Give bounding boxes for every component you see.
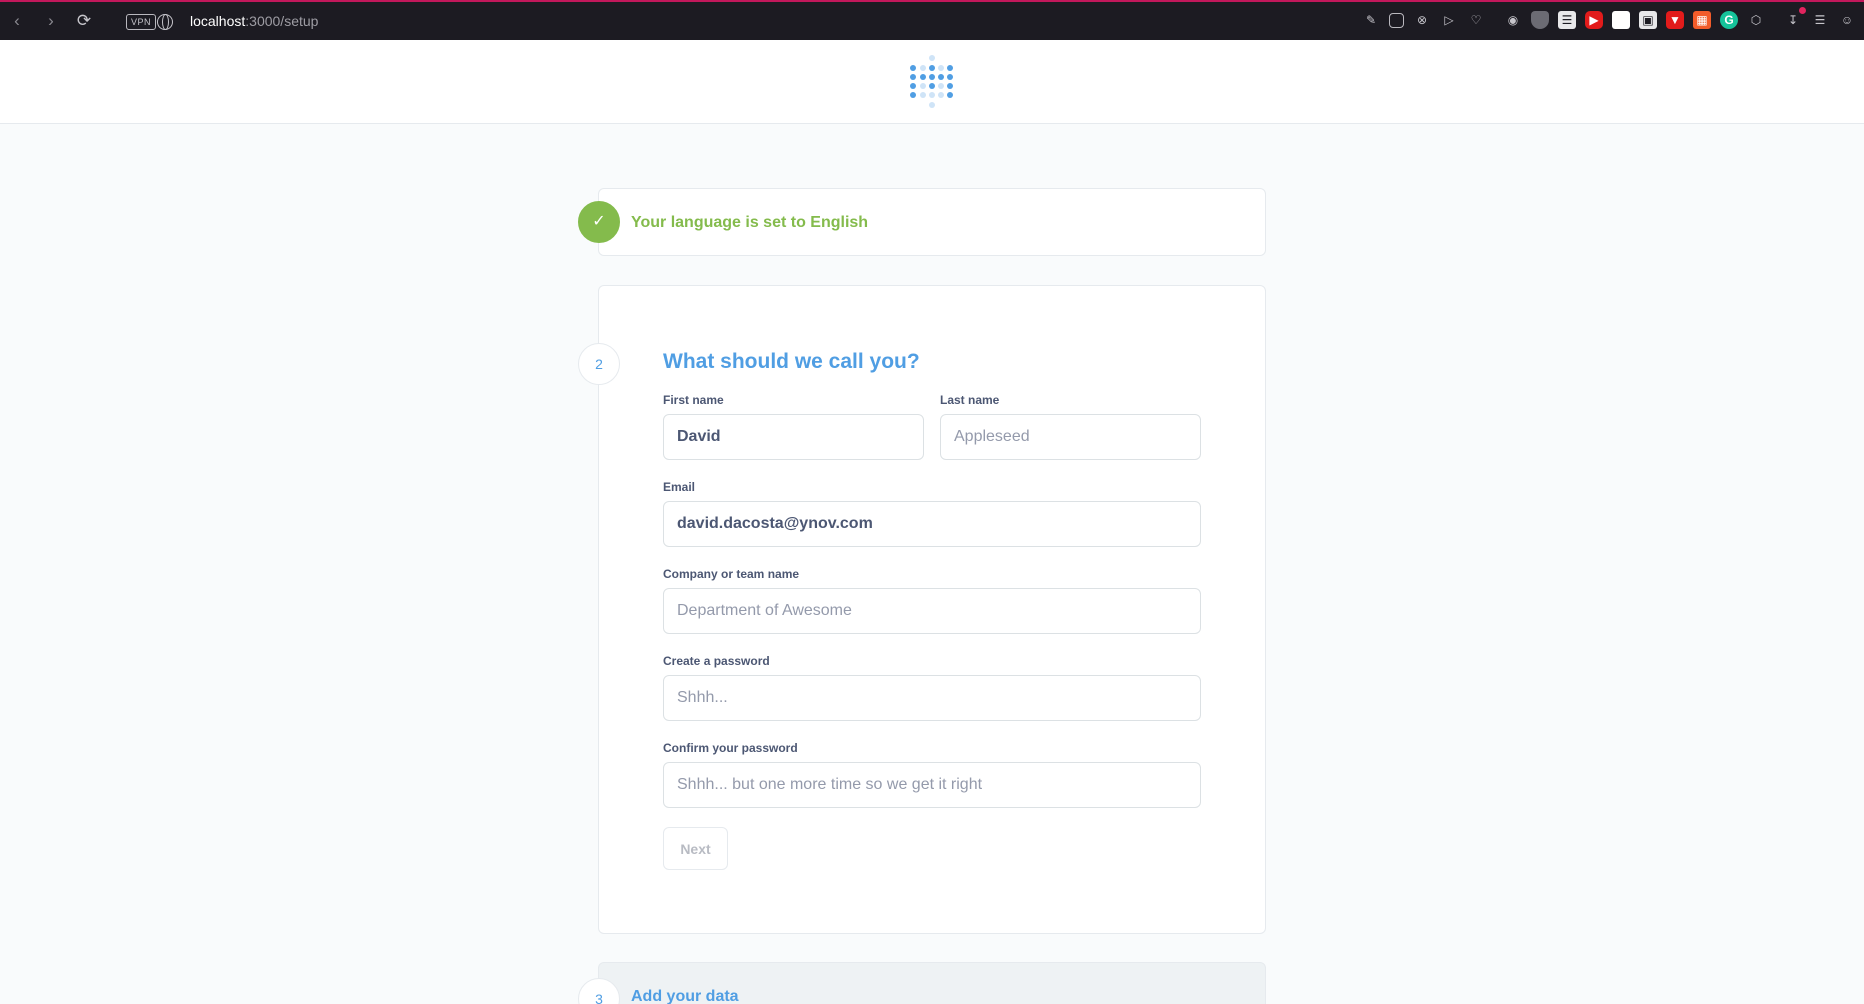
confirm-password-label: Confirm your password: [663, 741, 798, 755]
address-bar[interactable]: localhost:3000/setup: [190, 13, 318, 29]
cube-extension-icon[interactable]: ⬡: [1747, 11, 1765, 29]
download-icon[interactable]: ↧: [1784, 7, 1806, 29]
url-host: localhost: [190, 13, 246, 29]
add-data-step-card[interactable]: 3 Add your data: [578, 962, 1266, 1004]
last-name-label: Last name: [940, 393, 1000, 407]
pocket-extension-icon[interactable]: ▼: [1666, 11, 1684, 29]
last-name-input[interactable]: [940, 414, 1201, 460]
glasses-extension-icon[interactable]: ◉: [1504, 11, 1522, 29]
notification-dot: [1799, 7, 1806, 14]
account-icon[interactable]: ☺: [1838, 11, 1856, 29]
check-icon: ✓: [578, 201, 620, 243]
grammarly-extension-icon[interactable]: G: [1720, 11, 1738, 29]
reload-icon[interactable]: ⟳: [73, 10, 95, 32]
first-name-input[interactable]: [663, 414, 924, 460]
globe-icon[interactable]: [157, 14, 173, 30]
forward-arrow-icon[interactable]: ›: [40, 10, 62, 32]
extension-toolbar: ✎ ⊗ ▷ ♡ ◉ ☰ ▶ ▣ ▼ ▦ G ⬡ ↧ ☰ ☺: [1362, 7, 1856, 29]
company-label: Company or team name: [663, 567, 800, 581]
camera-icon[interactable]: [1389, 12, 1404, 28]
vpn-badge[interactable]: VPN: [126, 14, 157, 30]
folder-extension-icon[interactable]: [1612, 11, 1630, 29]
screen-extension-icon[interactable]: ▣: [1639, 11, 1657, 29]
next-button[interactable]: Next: [663, 827, 728, 870]
edit-icon[interactable]: ✎: [1362, 11, 1380, 29]
url-path: :3000/setup: [245, 13, 319, 29]
heart-icon[interactable]: ♡: [1467, 11, 1485, 29]
menu-icon[interactable]: ☰: [1811, 11, 1829, 29]
password-input[interactable]: [663, 675, 1201, 721]
step-number-badge: 3: [578, 978, 620, 1004]
archive-extension-icon[interactable]: ▦: [1693, 11, 1711, 29]
youtube-extension-icon[interactable]: ▶: [1585, 11, 1603, 29]
browser-toolbar: ‹ › ⟳ VPN localhost:3000/setup ✎ ⊗ ▷ ♡ ◉…: [0, 0, 1864, 40]
app-header: [0, 40, 1864, 124]
send-icon[interactable]: ▷: [1440, 11, 1458, 29]
confirm-password-input[interactable]: [663, 762, 1201, 808]
first-name-label: First name: [663, 393, 724, 407]
language-step-card[interactable]: ✓ Your language is set to English: [578, 188, 1266, 256]
metabase-logo: [910, 55, 954, 109]
language-step-label: Your language is set to English: [631, 214, 869, 231]
close-circle-icon[interactable]: ⊗: [1413, 11, 1431, 29]
shield-extension-icon[interactable]: [1531, 11, 1549, 29]
step-title: Add your data: [631, 988, 739, 1004]
step-title: What should we call you?: [663, 350, 920, 373]
user-step-card: 2 What should we call you? First name La…: [578, 285, 1266, 934]
email-label: Email: [663, 480, 696, 494]
translate-extension-icon[interactable]: ☰: [1558, 11, 1576, 29]
back-arrow-icon[interactable]: ‹: [6, 10, 28, 32]
email-input[interactable]: [663, 501, 1201, 547]
company-input[interactable]: [663, 588, 1201, 634]
step-number-badge: 2: [578, 343, 620, 385]
password-label: Create a password: [663, 654, 770, 668]
